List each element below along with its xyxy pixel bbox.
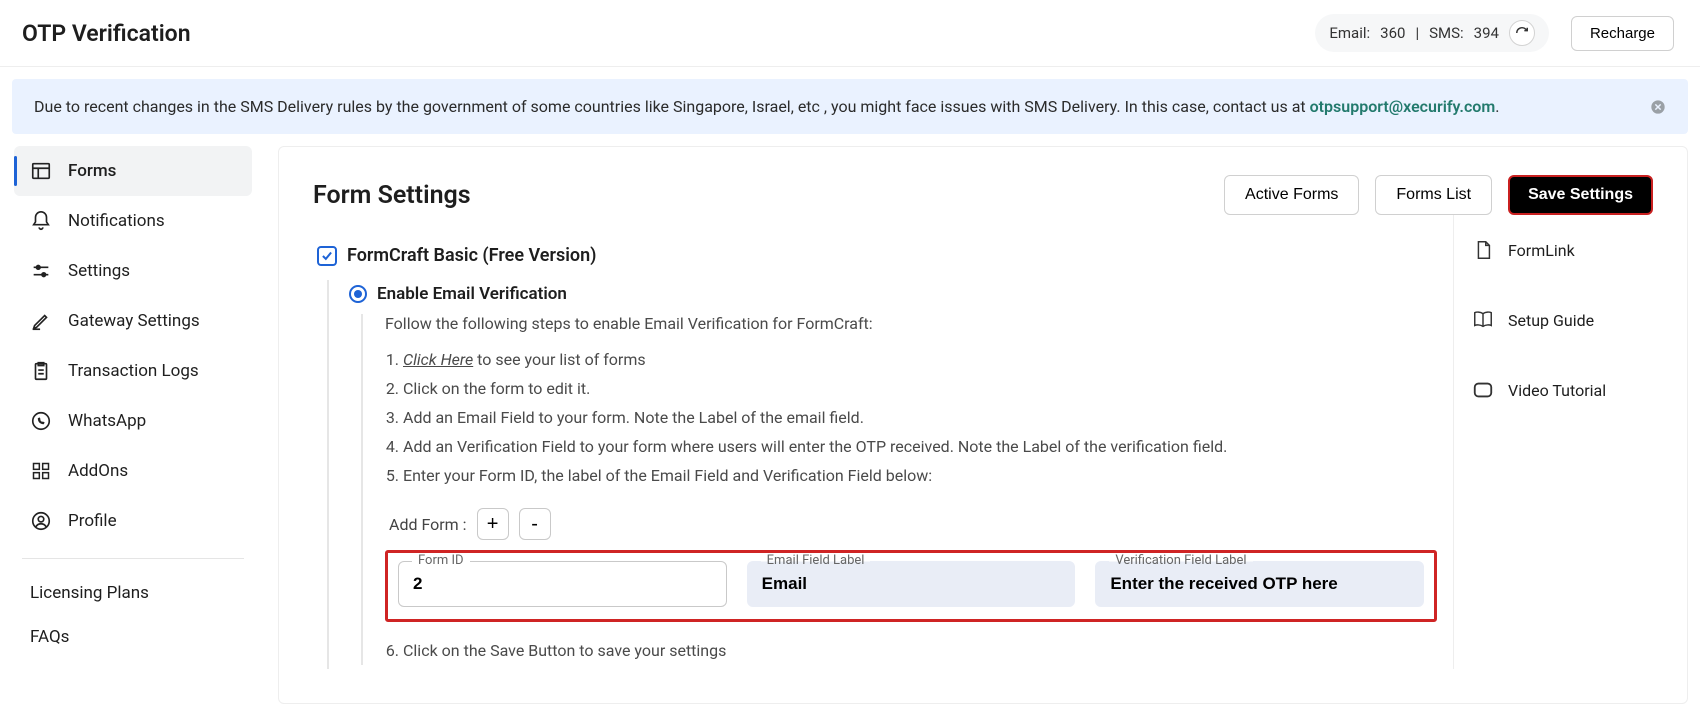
sidebar-item-label: Forms <box>68 161 116 181</box>
radio-selected-icon <box>349 285 367 303</box>
form-fields-group: Form ID Email Field Label Verification F… <box>385 550 1437 622</box>
radio-label: Enable Email Verification <box>377 284 567 304</box>
page-title: OTP Verification <box>22 20 191 47</box>
sidebar-item-gateway-settings[interactable]: Gateway Settings <box>14 296 252 346</box>
form-id-label: Form ID <box>412 553 470 568</box>
notice-email-link[interactable]: otpsupport@xecurify.com <box>1310 97 1496 116</box>
email-credit-value: 360 <box>1380 24 1405 42</box>
bell-icon <box>30 210 52 232</box>
credit-balance: Email: 360 | SMS: 394 <box>1315 14 1549 52</box>
notice-banner: Due to recent changes in the SMS Deliver… <box>12 79 1688 134</box>
add-form-minus-button[interactable]: - <box>519 508 551 540</box>
sidebar-item-label: Notifications <box>68 211 165 231</box>
forms-list-button[interactable]: Forms List <box>1375 175 1492 215</box>
notice-text: Due to recent changes in the SMS Deliver… <box>34 97 1310 116</box>
instruction-text: Follow the following steps to enable Ema… <box>385 314 1437 333</box>
recharge-button[interactable]: Recharge <box>1571 16 1674 51</box>
step-1: Click Here to see your list of forms <box>403 345 1437 374</box>
sidebar-item-whatsapp[interactable]: WhatsApp <box>14 396 252 446</box>
step-3: Add an Email Field to your form. Note th… <box>403 403 1437 432</box>
sidebar-item-label: Profile <box>68 511 117 531</box>
sidebar-item-settings[interactable]: Settings <box>14 246 252 296</box>
sidebar-item-forms[interactable]: Forms <box>14 146 252 196</box>
book-icon <box>1470 307 1496 333</box>
sidebar-item-label: Gateway Settings <box>68 311 200 331</box>
click-here-link[interactable]: Click Here <box>403 350 473 369</box>
sidebar-item-notifications[interactable]: Notifications <box>14 196 252 246</box>
section-label: FormCraft Basic (Free Version) <box>347 245 596 266</box>
sidebar-item-addons[interactable]: AddOns <box>14 446 252 496</box>
save-settings-button[interactable]: Save Settings <box>1508 175 1653 215</box>
setup-guide-button[interactable]: Setup Guide <box>1468 285 1653 355</box>
sidebar-item-transaction-logs[interactable]: Transaction Logs <box>14 346 252 396</box>
main-card: Form Settings Active Forms Forms List Sa… <box>278 146 1688 704</box>
sms-credit-label: SMS: <box>1429 24 1464 42</box>
sidebar-item-label: Transaction Logs <box>68 361 199 381</box>
clipboard-icon <box>30 360 52 382</box>
sliders-icon <box>30 260 52 282</box>
add-form-plus-button[interactable]: + <box>477 508 509 540</box>
step-6: Click on the Save Button to save your se… <box>403 636 1437 665</box>
sidebar: Forms Notifications Settings Gateway Set… <box>12 146 254 659</box>
sidebar-faqs[interactable]: FAQs <box>14 615 252 659</box>
add-form-label: Add Form : <box>389 515 467 534</box>
refresh-icon <box>1515 26 1529 40</box>
checkbox-checked-icon <box>317 246 337 266</box>
active-forms-button[interactable]: Active Forms <box>1224 175 1359 215</box>
step-2: Click on the form to edit it. <box>403 374 1437 403</box>
close-icon[interactable] <box>1650 99 1666 115</box>
document-icon <box>1470 237 1496 263</box>
formcraft-basic-checkbox[interactable]: FormCraft Basic (Free Version) <box>313 245 1437 266</box>
sidebar-licensing-plans[interactable]: Licensing Plans <box>14 571 252 615</box>
whatsapp-icon <box>30 410 52 432</box>
layout-icon <box>30 160 52 182</box>
pen-icon <box>30 310 52 332</box>
card-title: Form Settings <box>313 181 471 210</box>
sidebar-item-label: AddOns <box>68 461 128 481</box>
email-credit-label: Email: <box>1329 24 1370 42</box>
user-circle-icon <box>30 510 52 532</box>
email-field-label: Email Field Label <box>761 553 871 568</box>
verification-field-label: Verification Field Label <box>1109 553 1252 568</box>
step-4: Add an Verification Field to your form w… <box>403 432 1437 461</box>
sms-credit-value: 394 <box>1474 24 1499 42</box>
sidebar-item-label: Settings <box>68 261 130 281</box>
video-icon <box>1470 377 1496 403</box>
sidebar-item-label: WhatsApp <box>68 411 146 431</box>
sidebar-item-profile[interactable]: Profile <box>14 496 252 546</box>
grid-icon <box>30 460 52 482</box>
formlink-button[interactable]: FormLink <box>1468 215 1653 285</box>
step-5: Enter your Form ID, the label of the Ema… <box>403 461 1437 490</box>
enable-email-verification-radio[interactable]: Enable Email Verification <box>349 284 1437 304</box>
video-tutorial-button[interactable]: Video Tutorial <box>1468 355 1653 425</box>
refresh-credits-button[interactable] <box>1509 20 1535 46</box>
right-panel: FormLink Setup Guide Video Tutorial <box>1453 215 1653 669</box>
